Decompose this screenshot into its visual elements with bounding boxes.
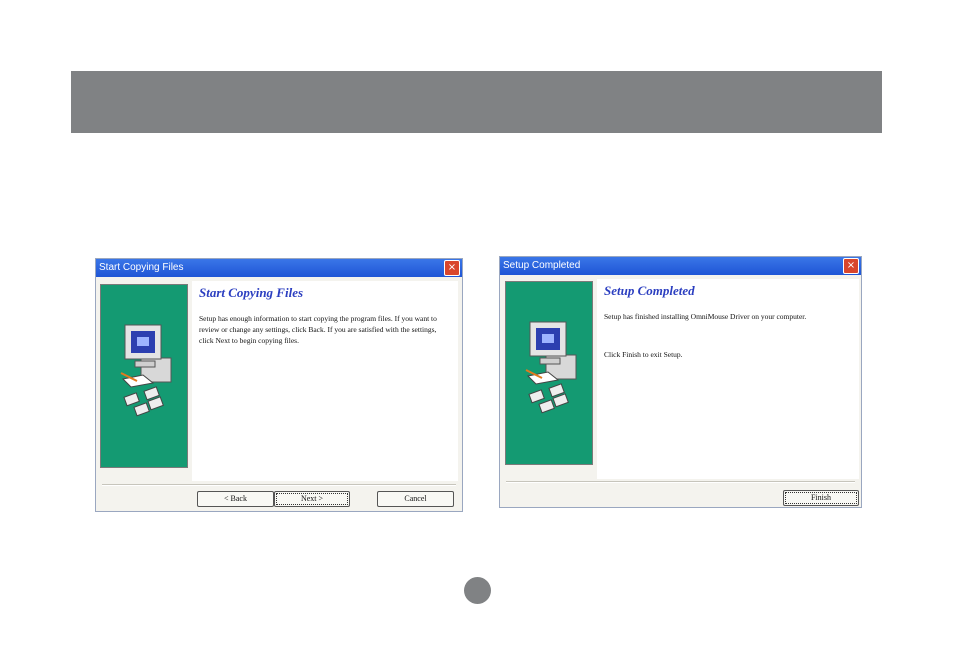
installer-illustration-panel bbox=[100, 284, 188, 468]
dialog-titlebar[interactable]: Setup Completed × bbox=[500, 257, 861, 275]
installer-illustration-panel bbox=[505, 281, 593, 465]
header-band bbox=[71, 71, 882, 133]
dialog-content: Setup Completed Setup has finished insta… bbox=[597, 279, 859, 479]
close-icon[interactable]: × bbox=[444, 260, 460, 276]
dialog-heading: Setup Completed bbox=[604, 283, 695, 298]
start-copying-dialog: Start Copying Files × Start Copying File… bbox=[95, 258, 463, 512]
computer-disks-icon bbox=[525, 321, 577, 414]
finish-button[interactable]: Finish bbox=[783, 490, 859, 506]
computer-disks-icon bbox=[120, 324, 172, 417]
cancel-button[interactable]: Cancel bbox=[377, 491, 454, 507]
page-number-marker bbox=[464, 577, 491, 604]
dialog-body-text: Setup has finished installing OmniMouse … bbox=[604, 312, 807, 321]
button-separator bbox=[102, 484, 456, 486]
dialog-titlebar[interactable]: Start Copying Files × bbox=[96, 259, 462, 277]
dialog-content: Start Copying Files Setup has enough inf… bbox=[192, 281, 458, 481]
back-button[interactable]: < Back bbox=[197, 491, 274, 507]
close-icon[interactable]: × bbox=[843, 258, 859, 274]
dialog-heading: Start Copying Files bbox=[199, 285, 304, 300]
dialog-instruction-text: Click Finish to exit Setup. bbox=[604, 350, 683, 359]
dialog-body-text: Setup has enough information to start co… bbox=[199, 314, 437, 345]
dialog-title: Setup Completed bbox=[503, 260, 581, 271]
button-separator bbox=[506, 481, 855, 483]
setup-completed-dialog: Setup Completed × Setup Completed Setup … bbox=[499, 256, 862, 508]
next-button[interactable]: Next > bbox=[274, 491, 350, 507]
dialog-title: Start Copying Files bbox=[99, 262, 184, 273]
